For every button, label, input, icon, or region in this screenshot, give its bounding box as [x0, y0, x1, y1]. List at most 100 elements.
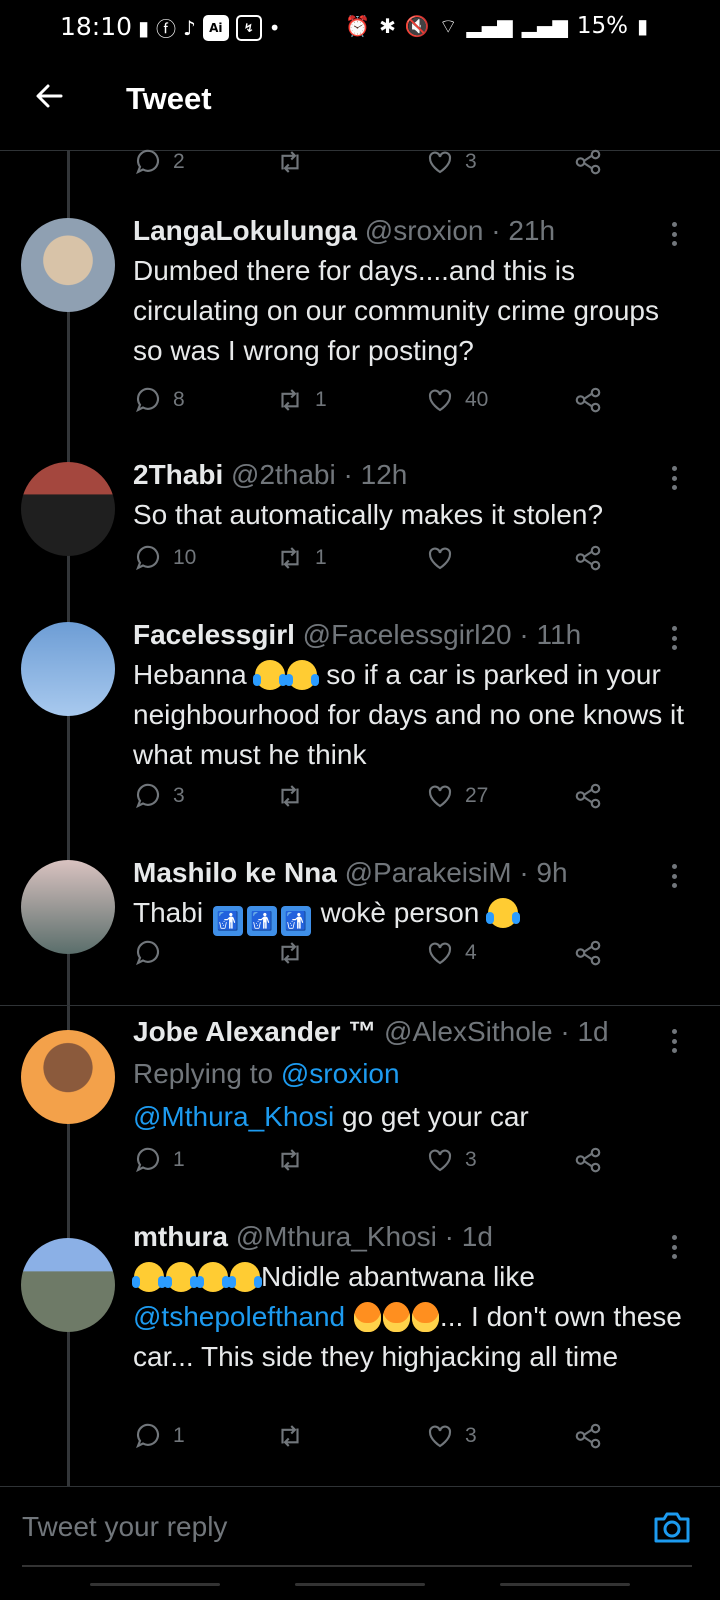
facebook-icon: ⓕ — [156, 17, 177, 41]
avatar[interactable] — [21, 462, 115, 556]
notification-icons: ▮ ⓕ ♪ Ai ↯ • — [138, 13, 281, 42]
retweet-icon — [281, 151, 299, 173]
like-button[interactable] — [425, 543, 465, 573]
retweet-button[interactable] — [275, 1145, 315, 1175]
share-button[interactable] — [573, 385, 603, 415]
like-count: 3 — [465, 1148, 477, 1171]
separator-dot: · — [560, 1016, 570, 1047]
user-handle[interactable]: @AlexSithole — [384, 1016, 553, 1047]
user-handle[interactable]: @Facelessgirl20 — [303, 619, 512, 650]
fire-emoji-icon — [353, 1302, 381, 1332]
avatar[interactable] — [21, 1238, 115, 1332]
retweet-button[interactable] — [275, 938, 315, 968]
like-button[interactable]: 3 — [425, 1145, 477, 1175]
reply-input-underline — [22, 1565, 692, 1567]
avatar[interactable] — [21, 860, 115, 954]
more-options-icon[interactable] — [670, 466, 678, 490]
heart-icon — [428, 547, 452, 570]
display-name[interactable]: LangaLokulunga — [133, 215, 357, 246]
tweet-content: 2Thabi @2thabi · 12h So that automatical… — [133, 458, 693, 535]
reply-handle-link[interactable]: @sroxion — [281, 1058, 400, 1089]
like-button[interactable]: 40 — [425, 385, 488, 415]
reply-button[interactable]: 10 — [133, 543, 196, 573]
thread-divider — [0, 1005, 720, 1006]
more-options-icon[interactable] — [670, 864, 678, 888]
avatar[interactable] — [21, 622, 115, 716]
user-handle[interactable]: @ParakeisiM — [345, 857, 512, 888]
display-name[interactable]: 2Thabi — [133, 459, 223, 490]
litter-bin-emoji-icon: 🚮 — [280, 906, 311, 936]
share-icon — [575, 1147, 601, 1173]
tweet-reply-input[interactable]: Tweet your reply — [22, 1511, 227, 1543]
display-name[interactable]: Jobe Alexander ™ — [133, 1016, 376, 1047]
more-options-icon[interactable] — [670, 626, 678, 650]
like-button[interactable]: 3 — [425, 147, 477, 177]
share-button[interactable] — [573, 1145, 603, 1175]
tweet-actions: 10 1 — [133, 543, 613, 577]
tweet-actions: 8 1 40 — [133, 385, 613, 419]
nav-indicator — [500, 1583, 630, 1586]
retweet-button[interactable] — [275, 147, 315, 177]
back-arrow-icon[interactable] — [33, 80, 65, 112]
share-button[interactable] — [573, 781, 603, 811]
like-count: 27 — [465, 784, 489, 807]
reply-button[interactable] — [133, 938, 173, 968]
more-options-icon[interactable] — [670, 1029, 678, 1053]
comment-icon — [136, 387, 160, 413]
share-icon — [575, 1423, 601, 1449]
user-handle[interactable]: @sroxion — [365, 215, 484, 246]
display-name[interactable]: Facelessgirl — [133, 619, 295, 650]
tweet-time: 9h — [536, 857, 568, 888]
share-icon — [575, 387, 601, 413]
share-button[interactable] — [573, 543, 603, 573]
like-button[interactable]: 27 — [425, 781, 488, 811]
retweet-icon — [281, 1425, 299, 1447]
tweet-text-start: Ndidle abantwana like — [261, 1261, 535, 1292]
tweet-text: @Mthura_Khosi go get your car — [133, 1097, 693, 1137]
user-handle[interactable]: @2thabi — [231, 459, 336, 490]
share-button[interactable] — [573, 147, 603, 177]
display-name[interactable]: Mashilo ke Nna — [133, 857, 337, 888]
reply-button[interactable]: 8 — [133, 385, 185, 415]
like-button[interactable]: 3 — [425, 1421, 477, 1451]
tweet-actions: 1 3 — [133, 1421, 613, 1455]
share-button[interactable] — [573, 1421, 603, 1451]
avatar[interactable] — [21, 218, 115, 312]
tweet-text-start: Thabi — [133, 897, 204, 928]
display-name[interactable]: mthura — [133, 1221, 228, 1252]
retweet-icon — [281, 785, 299, 807]
ai-icon: Ai — [202, 14, 229, 41]
reply-button[interactable]: 2 — [133, 147, 185, 177]
more-options-icon[interactable] — [670, 1235, 678, 1259]
tweet-content: LangaLokulunga @sroxion · 21h Dumbed the… — [133, 214, 693, 371]
retweet-button[interactable] — [275, 1421, 315, 1451]
share-icon — [575, 149, 601, 175]
retweet-button[interactable]: 1 — [275, 543, 327, 573]
avatar[interactable] — [21, 1030, 115, 1124]
mention-link[interactable]: @Mthura_Khosi — [133, 1101, 334, 1132]
reply-button[interactable]: 1 — [133, 1421, 185, 1451]
joy-emoji-icon — [228, 1262, 262, 1292]
reply-button[interactable]: 1 — [133, 1145, 185, 1175]
reply-count: 1 — [173, 1424, 185, 1447]
reply-button[interactable]: 3 — [133, 781, 185, 811]
tweet-time: 1d — [577, 1016, 609, 1047]
camera-icon[interactable] — [652, 1509, 692, 1545]
retweet-button[interactable]: 1 — [275, 385, 327, 415]
comment-icon — [136, 545, 160, 571]
separator-dot: · — [343, 459, 353, 490]
mention-link[interactable]: @tshepolefthand — [133, 1301, 345, 1332]
reply-composer: Tweet your reply — [0, 1486, 720, 1567]
share-button[interactable] — [573, 938, 603, 968]
tweet-header: Mashilo ke Nna @ParakeisiM · 9h — [133, 856, 693, 890]
tweet-text: So that automatically makes it stolen? — [133, 499, 604, 530]
more-options-icon[interactable] — [670, 222, 678, 246]
like-button[interactable]: 4 — [425, 938, 477, 968]
user-handle[interactable]: @Mthura_Khosi — [236, 1221, 437, 1252]
retweet-button[interactable] — [275, 781, 315, 811]
share-icon — [575, 783, 601, 809]
fire-emoji-icon — [382, 1302, 410, 1332]
tweet-actions: 1 3 — [133, 1145, 613, 1179]
tweet-time: 21h — [508, 215, 556, 246]
tweet-header: 2Thabi @2thabi · 12h — [133, 458, 693, 492]
